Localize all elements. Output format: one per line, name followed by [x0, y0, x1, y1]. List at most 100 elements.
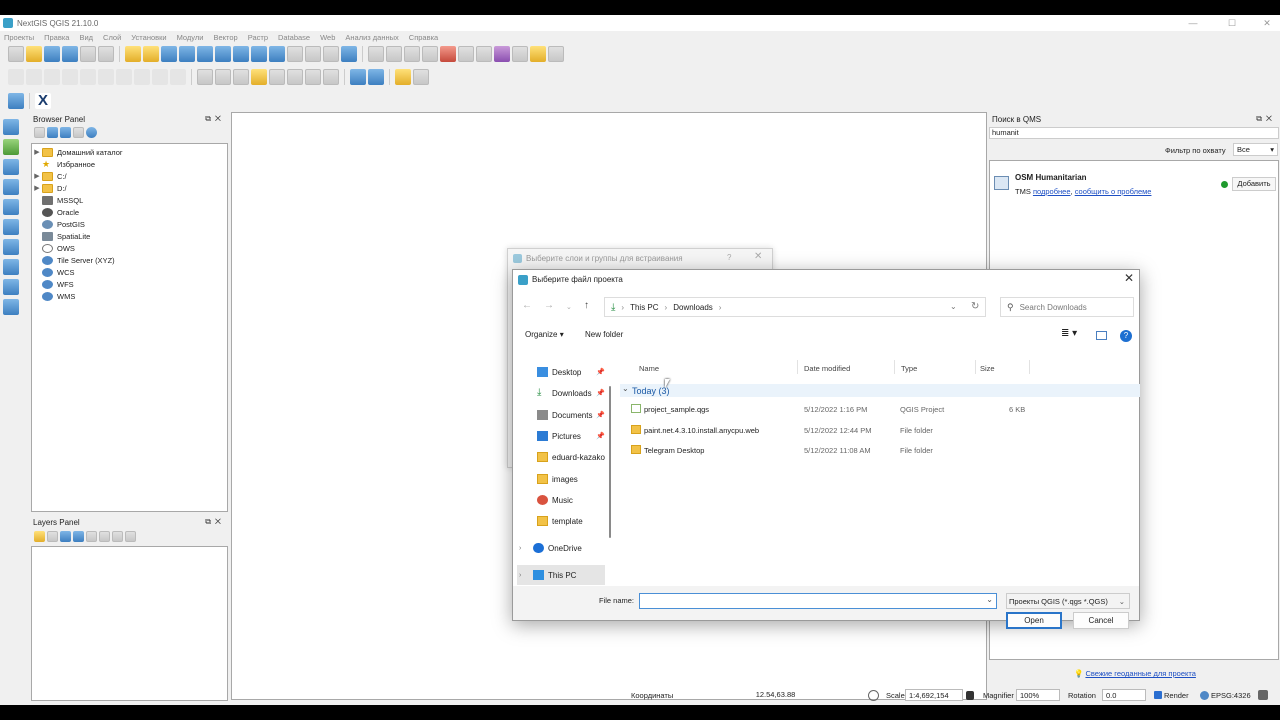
tree-item-mssql[interactable]: MSSQL [32, 194, 83, 206]
cancel-button[interactable]: Cancel [1073, 612, 1129, 629]
tree-item-d-drive[interactable]: ▶ D:/ [32, 182, 67, 194]
measure-icon[interactable] [512, 46, 528, 62]
column-date-modified[interactable]: Date modified [804, 364, 850, 373]
delete-selected-icon[interactable] [116, 69, 132, 85]
add-selected-layers-icon[interactable] [34, 127, 45, 138]
copy-features-icon[interactable] [152, 69, 168, 85]
save-as-icon[interactable] [62, 46, 78, 62]
tree-item-c-drive[interactable]: ▶ C:/ [32, 170, 67, 182]
label-show-hide-icon[interactable] [233, 69, 249, 85]
add-feature-icon[interactable] [62, 69, 78, 85]
add-vector-layer-icon[interactable] [3, 119, 19, 135]
qms-filter-select[interactable]: Все ▾ [1233, 143, 1278, 156]
address-bar[interactable]: ⤓ › This PC › Downloads › ⌄ ↻ [604, 297, 986, 317]
breadcrumb-this-pc[interactable]: This PC [630, 303, 658, 312]
refresh-location-icon[interactable]: ↻ [971, 301, 979, 312]
add-postgis-icon[interactable] [3, 199, 19, 215]
new-folder-button[interactable]: New folder [585, 330, 623, 339]
nav-pictures[interactable]: Pictures 📌 [521, 426, 605, 446]
save-edits-icon[interactable] [44, 69, 60, 85]
nav-scrollbar[interactable] [609, 386, 611, 538]
statistics-icon[interactable] [494, 46, 510, 62]
layer-styling-icon[interactable] [34, 531, 45, 542]
label-move-icon[interactable] [251, 69, 267, 85]
messages-icon[interactable] [1258, 690, 1268, 700]
lock-icon[interactable] [966, 690, 974, 700]
tree-item-postgis[interactable]: PostGIS [32, 218, 85, 230]
add-virtual-layer-icon[interactable] [3, 279, 19, 295]
file-row[interactable]: project_sample.qgs 5/12/2022 1:16 PM QGI… [631, 399, 1031, 419]
filter-expression-icon[interactable] [86, 531, 97, 542]
nav-documents[interactable]: Documents 📌 [521, 405, 605, 425]
add-wcs-layer-icon[interactable] [3, 259, 19, 275]
tree-item-wfs[interactable]: WFS [32, 278, 74, 290]
map-tips-icon[interactable] [530, 46, 546, 62]
magnifier-input[interactable]: 100% [1016, 689, 1060, 701]
organize-button[interactable]: Organize ▾ [525, 330, 564, 339]
tree-item-oracle[interactable]: Oracle [32, 206, 79, 218]
add-raster-layer-icon[interactable] [3, 139, 19, 155]
nav-template[interactable]: template [521, 511, 605, 531]
add-spatialite-icon[interactable] [3, 179, 19, 195]
maximize-icon[interactable]: ☐ [1219, 15, 1245, 31]
qms-settings-icon[interactable] [368, 69, 384, 85]
label-properties-icon[interactable] [323, 69, 339, 85]
menu-item-settings[interactable]: Установки [131, 33, 166, 42]
tree-item-wcs[interactable]: WCS [32, 266, 75, 278]
render-checkbox[interactable] [1154, 691, 1162, 699]
menu-item-edit[interactable]: Правка [44, 33, 69, 42]
nav-images[interactable]: images [521, 469, 605, 489]
minimize-icon[interactable]: — [1180, 15, 1206, 31]
zoom-selection-icon[interactable] [233, 46, 249, 62]
deselect-icon[interactable] [440, 46, 456, 62]
panel-float-close-icon[interactable]: ⧉✕ [205, 114, 225, 124]
layout-manager-icon[interactable] [98, 46, 114, 62]
add-group-icon[interactable] [47, 531, 58, 542]
attribute-table-icon[interactable] [458, 46, 474, 62]
add-wfs-layer-icon[interactable] [3, 239, 19, 255]
embed-dialog-help-icon[interactable]: ? [727, 253, 731, 262]
label-change-icon[interactable] [287, 69, 303, 85]
nav-onedrive[interactable]: › OneDrive [517, 538, 601, 558]
file-row[interactable]: paint.net.4.3.10.install.anycpu.web 5/12… [631, 420, 1031, 440]
menu-item-layer[interactable]: Слой [103, 33, 121, 42]
crs-button[interactable]: EPSG:4326 [1211, 691, 1251, 700]
label-tool-icon[interactable] [197, 69, 213, 85]
menu-item-help[interactable]: Справка [409, 33, 438, 42]
refresh-browser-icon[interactable] [47, 127, 58, 138]
qms-search-input[interactable]: humanit [989, 127, 1279, 139]
rotation-input[interactable]: 0.0 [1102, 689, 1146, 701]
extent-toggle-icon[interactable] [868, 689, 879, 701]
tree-item-tile-server[interactable]: Tile Server (XYZ) [32, 254, 115, 266]
open-button[interactable]: Open [1006, 612, 1062, 629]
new-project-icon[interactable] [8, 46, 24, 62]
forward-arrow-icon[interactable]: → [544, 300, 554, 311]
python-console-icon[interactable] [395, 69, 411, 85]
menu-item-plugins[interactable]: Модули [177, 33, 204, 42]
zoom-out-icon[interactable] [179, 46, 195, 62]
refresh-icon[interactable] [341, 46, 357, 62]
nav-downloads[interactable]: ⤓ Downloads 📌 [521, 383, 605, 403]
tree-item-ows[interactable]: OWS [32, 242, 75, 254]
diagram-tool-icon[interactable] [305, 69, 321, 85]
menu-item-vector[interactable]: Вектор [213, 33, 237, 42]
recent-locations-icon[interactable]: ⌄ [566, 303, 572, 311]
nav-this-pc[interactable]: › This PC [517, 565, 605, 585]
new-map-view-icon[interactable] [323, 46, 339, 62]
column-name[interactable]: Name [639, 364, 659, 373]
help-icon[interactable]: ? [1120, 330, 1132, 342]
zoom-next-icon[interactable] [305, 46, 321, 62]
menu-item-analysis[interactable]: Анализ данных [345, 33, 398, 42]
identify-icon[interactable] [368, 46, 384, 62]
close-window-icon[interactable]: ✕ [1254, 15, 1280, 31]
properties-icon[interactable] [86, 127, 97, 138]
qms-search-icon[interactable] [350, 69, 366, 85]
menu-item-raster[interactable]: Растр [248, 33, 268, 42]
vertex-tool-icon[interactable] [80, 69, 96, 85]
breadcrumb-downloads[interactable]: Downloads [673, 303, 713, 312]
dialog-close-icon[interactable]: ✕ [1124, 271, 1134, 285]
field-calculator-icon[interactable] [476, 46, 492, 62]
back-arrow-icon[interactable]: ← [522, 300, 532, 311]
grid-plugin-icon[interactable] [413, 69, 429, 85]
pan-to-selection-icon[interactable] [143, 46, 159, 62]
